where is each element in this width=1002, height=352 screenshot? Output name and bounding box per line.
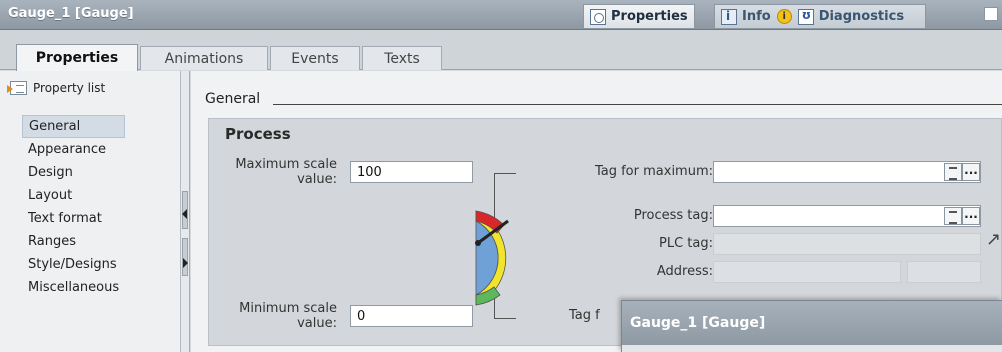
nav-item-design[interactable]: Design — [22, 161, 125, 184]
plc-tag-label: PLC tag: — [659, 236, 713, 251]
floating-properties-window[interactable]: Gauge_1 [Gauge] — [621, 300, 1002, 352]
tag-maximum-browse-button[interactable]: ... — [962, 163, 980, 181]
panel-splitter[interactable] — [181, 71, 190, 352]
floating-window-title-bar[interactable]: Gauge_1 [Gauge] — [622, 301, 1002, 345]
tag-minimum-label: Tag f — [569, 308, 600, 323]
subtab-events[interactable]: Events — [270, 46, 360, 70]
max-scale-input[interactable] — [350, 161, 473, 183]
gauge-preview-icon — [475, 210, 509, 306]
property-list-panel: Property list General Appearance Design … — [0, 71, 181, 352]
min-scale-label: Minimum scale value: — [239, 301, 337, 331]
tab-properties[interactable]: Properties — [583, 4, 695, 28]
tag-maximum-input[interactable] — [713, 161, 981, 183]
nav-item-style-designs[interactable]: Style/Designs — [22, 253, 125, 276]
info-badge-icon: i — [776, 9, 792, 24]
diagnostics-icon — [797, 8, 814, 25]
tag-maximum-label: Tag for maximum: — [594, 164, 713, 179]
min-scale-input[interactable] — [350, 305, 473, 327]
address-type-field — [907, 261, 981, 283]
process-tag-browse-button[interactable]: ... — [962, 207, 980, 225]
nav-item-appearance[interactable]: Appearance — [22, 138, 125, 161]
floating-window-body — [622, 345, 1002, 352]
subtab-animations[interactable]: Animations — [140, 46, 268, 70]
nav-item-miscellaneous[interactable]: Miscellaneous — [22, 276, 125, 299]
tab-properties-label: Properties — [611, 9, 688, 24]
plc-tag-field — [713, 233, 981, 255]
nav-item-general[interactable]: General — [22, 115, 126, 138]
window-title: Gauge_1 [Gauge] — [8, 6, 134, 21]
property-list-label: Property list — [33, 81, 106, 95]
floating-window-title: Gauge_1 [Gauge] — [630, 315, 766, 331]
nav-item-text-format[interactable]: Text format — [22, 207, 125, 230]
process-tag-label: Process tag: — [633, 208, 713, 223]
go-to-tag-arrow-icon[interactable]: ↗ — [986, 229, 1001, 250]
window-menu-icon[interactable] — [984, 7, 998, 21]
properties-icon — [590, 8, 606, 25]
window-title-bar: Gauge_1 [Gauge] Properties Info i Diagno… — [0, 0, 1002, 30]
process-tag-list-icon[interactable] — [944, 207, 962, 225]
property-list-icon — [7, 81, 27, 95]
section-title: General — [205, 91, 261, 107]
process-group-title: Process — [225, 125, 291, 143]
property-subtabs: Properties Animations Events Texts — [0, 30, 1002, 71]
property-list-header[interactable]: Property list — [7, 81, 106, 95]
process-tag-input[interactable] — [713, 205, 981, 227]
tab-diagnostics-label[interactable]: Diagnostics — [819, 9, 904, 24]
property-nav-list: General Appearance Design Layout Text fo… — [22, 115, 126, 299]
nav-item-layout[interactable]: Layout — [22, 184, 125, 207]
subtab-properties[interactable]: Properties — [16, 44, 138, 71]
collapse-left-icon[interactable] — [182, 209, 187, 219]
info-icon — [721, 8, 737, 25]
tag-maximum-list-icon[interactable] — [944, 163, 962, 181]
tab-info-label: Info — [742, 9, 771, 24]
expand-right-icon[interactable] — [183, 258, 188, 268]
section-divider — [273, 104, 1002, 105]
subtab-texts[interactable]: Texts — [362, 46, 442, 70]
nav-item-ranges[interactable]: Ranges — [22, 230, 125, 253]
address-label: Address: — [656, 264, 713, 279]
max-scale-label: Maximum scale value: — [235, 157, 337, 187]
address-field — [713, 261, 901, 283]
tab-info-diagnostics[interactable]: Info i Diagnostics — [714, 4, 926, 28]
splitter-grip[interactable] — [182, 238, 188, 276]
